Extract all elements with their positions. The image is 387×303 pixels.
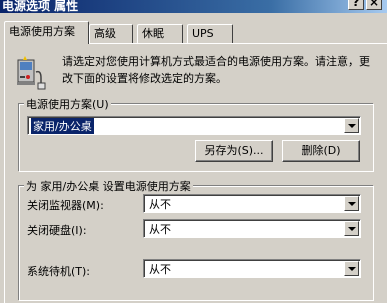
harddisk-off-label: 关闭硬盘(I): bbox=[27, 224, 87, 237]
delete-button[interactable]: 删除(D) bbox=[282, 140, 360, 162]
tab-advanced[interactable]: 高级 bbox=[89, 24, 133, 43]
help-button[interactable]: ? bbox=[348, 0, 364, 10]
monitor-off-label: 关闭监视器(M): bbox=[27, 199, 104, 212]
title-bar: 电源选项 属性 ? × bbox=[0, 0, 387, 13]
tab-power-schemes[interactable]: 电源使用方案 bbox=[4, 21, 89, 44]
tab-label: 休眠 bbox=[142, 27, 164, 40]
power-scheme-selected: 家用/办公桌 bbox=[31, 118, 94, 134]
monitor-off-dropdown[interactable]: 从不 bbox=[143, 194, 361, 213]
system-standby-label: 系统待机(T): bbox=[27, 265, 91, 278]
power-scheme-group-label: 电源使用方案(U) bbox=[24, 96, 111, 112]
chevron-down-icon[interactable] bbox=[344, 261, 359, 276]
save-as-button[interactable]: 另存为(S)... bbox=[195, 140, 273, 162]
monitor-off-value: 从不 bbox=[149, 198, 171, 211]
window-title: 电源选项 属性 bbox=[2, 0, 79, 13]
tab-ups[interactable]: UPS bbox=[187, 24, 233, 43]
power-scheme-dropdown[interactable]: 家用/办公桌 bbox=[27, 116, 361, 135]
description-text: 请选定对您使用计算机方式最适合的电源使用方案。请注意，更改下面的设置将修改选定的… bbox=[62, 55, 370, 85]
scheme-settings-group-label: 为 家用/办公桌 设置电源使用方案 bbox=[24, 178, 193, 194]
tab-label: 高级 bbox=[94, 27, 116, 40]
power-options-icon bbox=[14, 52, 50, 92]
chevron-down-icon[interactable] bbox=[344, 118, 359, 133]
system-standby-value: 从不 bbox=[149, 263, 171, 276]
close-button[interactable]: × bbox=[366, 0, 382, 10]
harddisk-off-dropdown[interactable]: 从不 bbox=[143, 219, 361, 238]
chevron-down-icon[interactable] bbox=[344, 196, 359, 211]
harddisk-off-value: 从不 bbox=[149, 223, 171, 236]
system-standby-dropdown[interactable]: 从不 bbox=[143, 259, 361, 278]
tab-label: 电源使用方案 bbox=[9, 25, 75, 38]
tab-label: UPS bbox=[192, 27, 214, 40]
chevron-down-icon[interactable] bbox=[344, 221, 359, 236]
tab-hibernate[interactable]: 休眠 bbox=[137, 24, 183, 43]
